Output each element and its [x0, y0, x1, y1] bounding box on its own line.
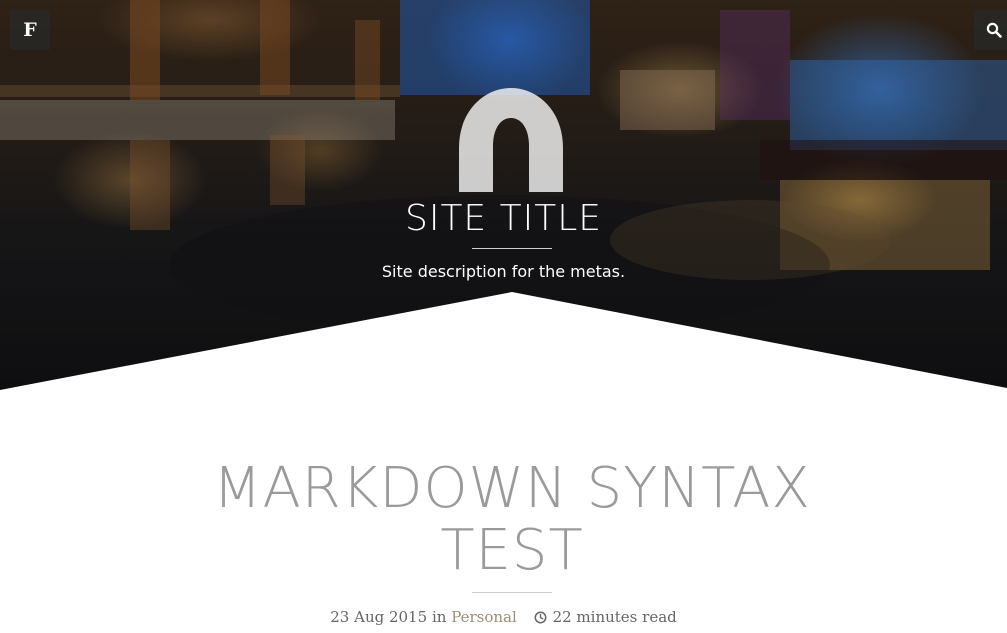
letter-f-menu-icon: F: [23, 19, 37, 41]
post-title: MARKDOWN SYNTAX TEST: [213, 456, 811, 583]
post-category-link[interactable]: Personal: [451, 608, 517, 626]
menu-button[interactable]: F: [10, 10, 50, 50]
hero-banner: F SITE TITLE Site description for the me…: [0, 0, 1007, 392]
site-title[interactable]: SITE TITLE: [0, 196, 1007, 242]
search-icon: [986, 22, 1002, 38]
post-in-label: in: [431, 608, 447, 626]
title-divider: [472, 248, 552, 249]
search-button[interactable]: [974, 10, 1007, 50]
site-logo-icon: [459, 88, 563, 192]
clock-icon: [534, 611, 547, 624]
post-title-divider: [472, 592, 552, 593]
post-date: 23 Aug 2015: [330, 608, 428, 626]
post-meta: 23 Aug 2015 in Personal 22 minutes read: [0, 606, 1007, 628]
site-description: Site description for the metas.: [381, 262, 626, 281]
post-read-time: 22 minutes read: [552, 608, 677, 626]
